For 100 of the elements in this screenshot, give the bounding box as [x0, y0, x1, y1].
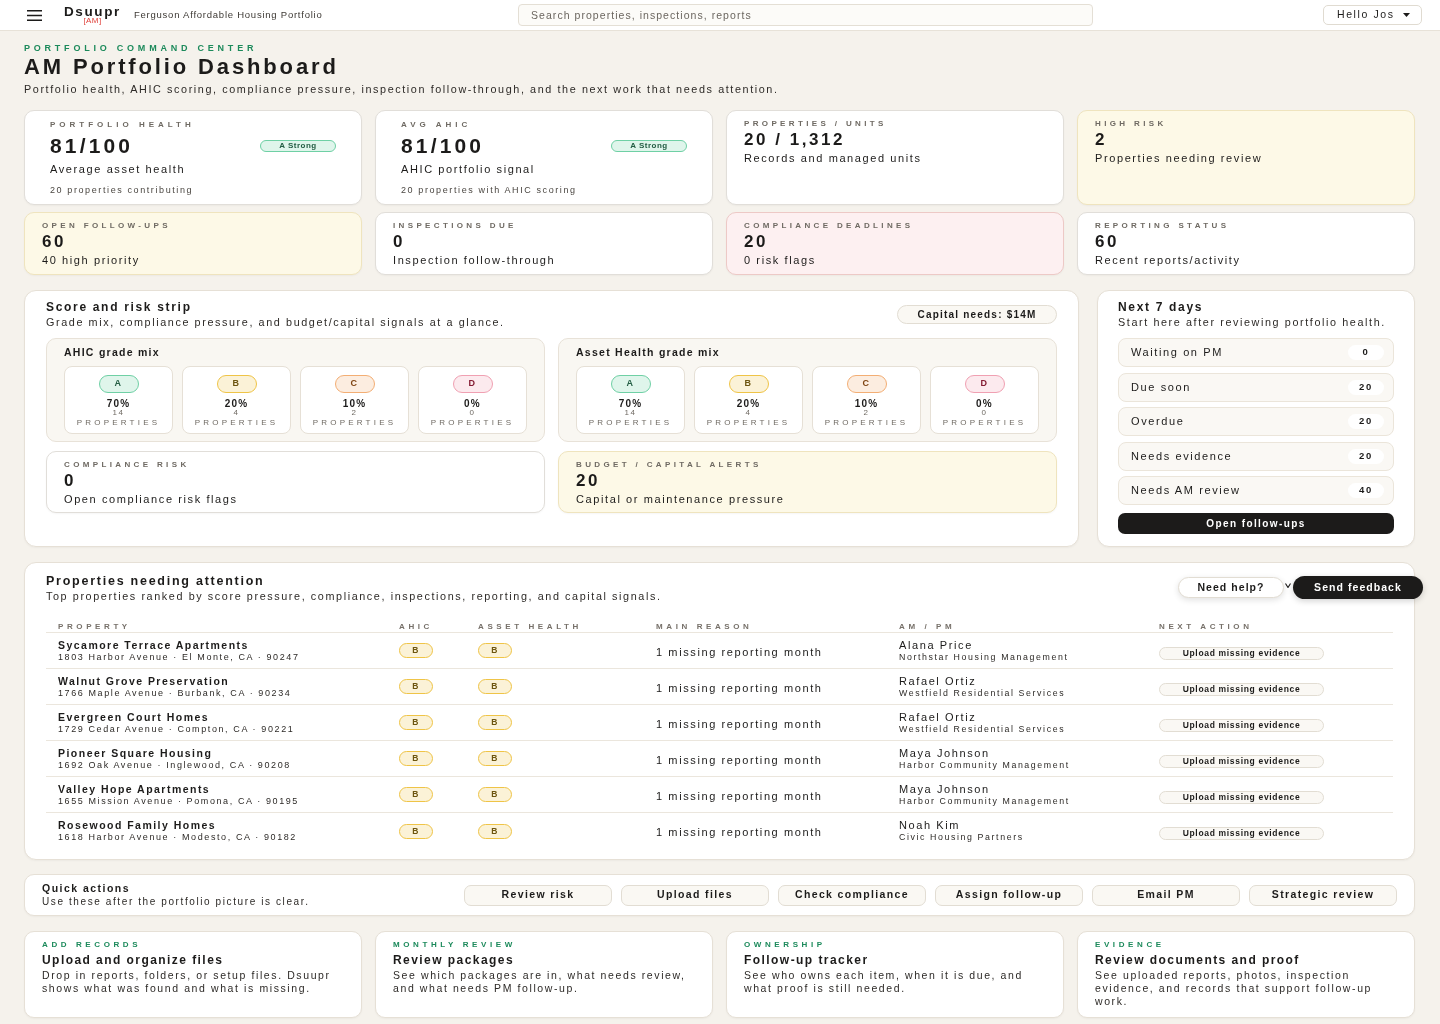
caret-icon	[1403, 13, 1410, 17]
shortcut-card[interactable]: EVIDENCE Review documents and proof See uploaded reports, photos, inspection evidence, and records that support follow-up work.	[1077, 931, 1415, 1018]
shortcut-eyebrow: OWNERSHIP	[744, 940, 826, 950]
property-address: 1766 Maple Avenue · Burbank, CA · 90234	[58, 687, 292, 699]
stat-caption: Capital or maintenance pressure	[576, 492, 785, 506]
property-name: Sycamore Terrace Apartments	[58, 638, 249, 652]
help-button[interactable]: Need help?	[1178, 577, 1284, 598]
capital-needs-label: Capital needs: $14M	[897, 305, 1057, 324]
shortcut-card[interactable]: MONTHLY REVIEW Review packages See which packages are in, what needs review, and what needs PM follow-up.	[375, 931, 713, 1018]
panel-title: Next 7 days	[1118, 300, 1204, 314]
quick-action-button[interactable]: Strategic review	[1249, 884, 1397, 906]
shortcut-title: Upload and organize files	[42, 953, 224, 967]
grade-unit: PROPERTIES	[706, 418, 791, 427]
next-action-button[interactable]: Upload missing evidence	[1159, 646, 1324, 660]
grade-count: 2	[351, 409, 358, 417]
asset-manager-name: Maya Johnson	[899, 746, 990, 760]
grade-percent: 70%	[106, 398, 131, 409]
grade-count: 14	[112, 409, 125, 417]
shortcut-title: Review packages	[393, 953, 514, 967]
grade-badge: C	[846, 375, 887, 393]
user-menu-button[interactable]: Hello Jos	[1323, 5, 1422, 25]
grade-percent: 20%	[736, 398, 761, 409]
next-action-button[interactable]: Upload missing evidence	[1159, 754, 1324, 768]
queue-label: Needs evidence	[1131, 448, 1233, 464]
grade-count: 14	[624, 409, 637, 417]
queue-row[interactable]: Needs evidence 20	[1118, 441, 1394, 471]
grade-percent: 20%	[224, 398, 249, 409]
grade-badge: B	[478, 751, 512, 766]
page-subtitle: Portfolio health, AHIC scoring, compliance pressure, inspection follow-through, and the next work that needs attention.	[24, 82, 779, 96]
quick-action-button[interactable]: Email PM	[1092, 884, 1240, 906]
queue-count: 20	[1348, 379, 1384, 395]
next-action-button[interactable]: Upload missing evidence	[1159, 827, 1324, 840]
open-follow-ups-button[interactable]: Open follow-ups	[1118, 513, 1394, 534]
stat-caption: Properties needing review	[1095, 151, 1263, 165]
stat-value: 20 / 1,312	[744, 131, 846, 149]
grade-badge: D	[964, 375, 1005, 393]
next-action-button[interactable]: Upload missing evidence	[1159, 718, 1324, 732]
grade-badge: B	[478, 643, 512, 658]
shortcut-card[interactable]: ADD RECORDS Upload and organize files Drop in reports, folders, or setup files. Dsuupr shows what was found and what is missing.	[24, 931, 362, 1018]
shortcut-description: Drop in reports, folders, or setup files. Dsuupr shows what was found and what is missing.	[42, 969, 332, 995]
grade-count: 2	[863, 409, 870, 417]
stat-value: 0	[64, 472, 76, 490]
shortcut-card[interactable]: OWNERSHIP Follow-up tracker See who owns each item, when it is due, and what proof is still needed.	[726, 931, 1064, 1018]
grade-percent: 0%	[464, 398, 481, 409]
grade-percent: 0%	[976, 398, 993, 409]
column-header: NEXT ACTION	[1159, 622, 1253, 631]
next-action-button[interactable]: Upload missing evidence	[1159, 682, 1324, 696]
brand-tag: [AM]	[83, 17, 102, 25]
property-address: 1692 Oak Avenue · Inglewood, CA · 90208	[58, 759, 291, 771]
stat-value: 20	[744, 233, 768, 251]
queue-row[interactable]: Needs AM review 40	[1118, 476, 1394, 505]
shortcut-eyebrow: EVIDENCE	[1095, 940, 1165, 950]
property-name: Walnut Grove Preservation	[58, 674, 230, 688]
stat-value: 81/100	[50, 135, 134, 157]
stat-label: COMPLIANCE RISK	[64, 460, 190, 470]
grade-badge: A	[98, 375, 139, 393]
grade-badge: B	[478, 715, 512, 730]
panel-subtitle: Start here after reviewing portfolio health.	[1118, 315, 1386, 329]
main-reason: 1 missing reporting month	[656, 645, 823, 658]
queue-row[interactable]: Due soon 20	[1118, 372, 1394, 402]
quick-action-button[interactable]: Assign follow-up	[935, 884, 1083, 906]
stat-label: OPEN FOLLOW-UPS	[42, 221, 171, 231]
stat-note: 20 properties with AHIC scoring	[401, 184, 577, 196]
grade-badge: B	[478, 823, 512, 839]
property-manager-name: Westfield Residential Services	[899, 687, 1066, 699]
feedback-button[interactable]: Send feedback	[1293, 576, 1423, 599]
column-header: PROPERTY	[58, 622, 131, 631]
asset-manager-name: Noah Kim	[899, 819, 961, 832]
grade-badge: B	[216, 375, 257, 393]
property-manager-name: Harbor Community Management	[899, 759, 1070, 771]
shortcut-description: See uploaded reports, photos, inspection evidence, and records that support follow-up work.	[1095, 969, 1374, 1008]
queue-row[interactable]: Overdue 20	[1118, 407, 1394, 436]
grade-percent: 10%	[342, 398, 367, 409]
quick-action-button[interactable]: Check compliance	[778, 884, 926, 906]
next-action-button[interactable]: Upload missing evidence	[1159, 790, 1324, 804]
panel-subtitle: Grade mix, compliance pressure, and budget/capital signals at a glance.	[46, 315, 505, 329]
grade-badge: B	[399, 823, 433, 839]
panel-subtitle: Top properties ranked by score pressure, compliance, inspections, reporting, and capital signals.	[46, 589, 662, 603]
column-header: MAIN REASON	[656, 622, 753, 631]
property-manager-name: Westfield Residential Services	[899, 723, 1066, 735]
shortcut-eyebrow: ADD RECORDS	[42, 940, 142, 950]
shortcut-description: See which packages are in, what needs review, and what needs PM follow-up.	[393, 969, 687, 995]
grade-unit: PROPERTIES	[194, 418, 279, 427]
menu-icon[interactable]	[27, 9, 42, 21]
grade-badge: C	[334, 375, 375, 393]
stat-value: 60	[42, 233, 66, 251]
grade-percent: 70%	[618, 398, 643, 409]
page-eyebrow: PORTFOLIO COMMAND CENTER	[24, 43, 258, 53]
stat-caption: Recent reports/activity	[1095, 253, 1241, 267]
stat-label: COMPLIANCE DEADLINES	[744, 221, 914, 231]
grade-badge: B	[399, 715, 433, 730]
stat-caption: 0 risk flags	[744, 253, 816, 267]
grade-badge: B	[478, 787, 512, 802]
search-field[interactable]: Search properties, inspections, reports	[518, 4, 1093, 26]
column-header: ASSET HEALTH	[478, 622, 582, 631]
quick-action-button[interactable]: Upload files	[621, 884, 769, 906]
queue-label: Overdue	[1131, 414, 1185, 430]
grade-percent: 10%	[854, 398, 879, 409]
quick-action-button[interactable]: Review risk	[464, 884, 612, 906]
queue-row[interactable]: Waiting on PM 0	[1118, 338, 1394, 367]
